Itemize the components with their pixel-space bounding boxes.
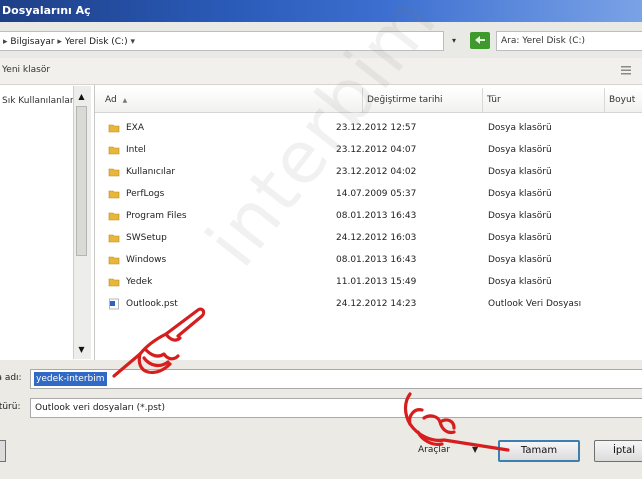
- file-name: EXA: [126, 123, 145, 133]
- file-name: PerfLogs: [126, 189, 165, 199]
- sort-ascending-icon: ▲: [122, 97, 128, 104]
- file-type: Dosya klasörü: [488, 189, 552, 199]
- file-date: 14.07.2009 05:37: [336, 189, 417, 199]
- scroll-up-icon[interactable]: ▲: [74, 90, 89, 104]
- scrollbar-thumb[interactable]: [76, 106, 87, 256]
- title-bar: Dosyalarını Aç: [0, 0, 642, 22]
- breadcrumb-separator-icon: ▸: [57, 37, 62, 47]
- left-button-edge[interactable]: [0, 440, 6, 462]
- file-row[interactable]: PerfLogs 14.07.2009 05:37 Dosya klasörü: [104, 184, 624, 206]
- file-type: Dosya klasörü: [488, 145, 552, 155]
- folder-icon: [108, 168, 120, 177]
- file-row[interactable]: Program Files 08.01.2013 16:43 Dosya klasö…: [104, 206, 624, 228]
- file-type: Dosya klasörü: [488, 255, 552, 265]
- file-name: Program Files: [126, 211, 187, 221]
- file-type: Dosya klasörü: [488, 211, 552, 221]
- file-name-label: Dosya adı:: [0, 373, 22, 383]
- file-type: Dosya klasörü: [488, 233, 552, 243]
- file-row[interactable]: Kullanıcılar 23.12.2012 04:02 Dosya klasör…: [104, 162, 624, 184]
- file-type-select[interactable]: Outlook veri dosyaları (*.pst): [30, 398, 642, 418]
- breadcrumb-local-disk[interactable]: Yerel Disk (C:): [65, 37, 128, 47]
- breadcrumb-computer[interactable]: Bilgisayar: [10, 37, 54, 47]
- folder-icon: [108, 124, 120, 133]
- column-header-size[interactable]: Boyut: [605, 88, 642, 112]
- file-name: Windows: [126, 255, 167, 265]
- folder-icon: [108, 256, 120, 265]
- folder-icon: [108, 190, 120, 199]
- file-row[interactable]: Windows 08.01.2013 16:43 Dosya klasörü: [104, 250, 624, 272]
- column-header-type[interactable]: Tür: [483, 88, 605, 112]
- nav-item-favorites[interactable]: Sık Kullanılanlar: [2, 96, 74, 106]
- file-name: Intel: [126, 145, 146, 155]
- view-options-icon[interactable]: [620, 64, 632, 76]
- refresh-button[interactable]: [470, 32, 490, 49]
- file-date: 11.01.2013 15:49: [336, 277, 417, 287]
- file-date: 08.01.2013 16:43: [336, 211, 417, 221]
- search-input[interactable]: Ara: Yerel Disk (C:): [496, 31, 642, 51]
- breadcrumb-dropdown-icon[interactable]: ▾: [130, 37, 135, 47]
- folder-icon: [108, 146, 120, 155]
- file-type: Outlook Veri Dosyası: [488, 299, 582, 309]
- pointing-hand-icon: [112, 307, 206, 378]
- file-type: Dosya klasörü: [488, 277, 552, 287]
- folder-icon: [108, 234, 120, 243]
- refresh-icon: [475, 36, 485, 44]
- file-type: Dosya klasörü: [488, 167, 552, 177]
- breadcrumb-separator-icon: ▸: [3, 37, 8, 47]
- pointing-hand-icon: [403, 392, 510, 452]
- scroll-down-icon[interactable]: ▼: [74, 343, 89, 357]
- file-date: 24.12.2012 14:23: [336, 299, 417, 309]
- file-date: 08.01.2013 16:43: [336, 255, 417, 265]
- window-title: Dosyalarını Aç: [2, 4, 91, 17]
- file-date: 23.12.2012 04:02: [336, 167, 417, 177]
- file-row[interactable]: Yedek 11.01.2013 15:49 Dosya klasörü: [104, 272, 624, 294]
- new-folder-button[interactable]: Yeni klasör: [2, 65, 50, 75]
- file-row[interactable]: SWSetup 24.12.2012 16:03 Dosya klasörü: [104, 228, 624, 250]
- file-date: 24.12.2012 16:03: [336, 233, 417, 243]
- file-name: Kullanıcılar: [126, 167, 176, 177]
- column-name-label: Ad: [105, 95, 117, 105]
- file-name-value[interactable]: yedek-interbim: [34, 372, 107, 386]
- file-type: Dosya klasörü: [488, 123, 552, 133]
- file-name: Yedek: [126, 277, 153, 287]
- file-type-label: Dosya türü:: [0, 402, 21, 412]
- cancel-button[interactable]: İptal: [594, 440, 642, 462]
- file-name: SWSetup: [126, 233, 167, 243]
- folder-icon: [108, 278, 120, 287]
- folder-icon: [108, 212, 120, 221]
